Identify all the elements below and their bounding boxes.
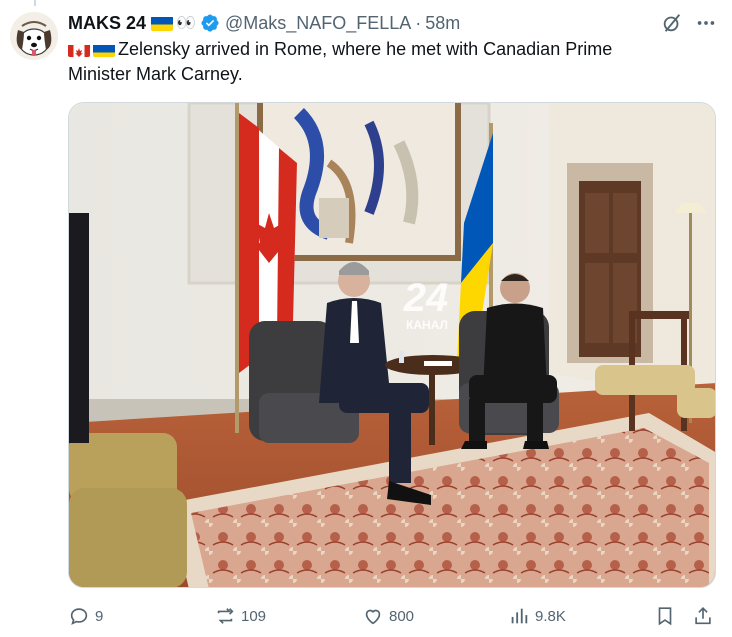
tweet-text: Zelensky arrived in Rome, where he met w… [68,37,678,87]
more-icon [697,21,715,25]
share-button[interactable] [692,604,714,628]
tweet-header: MAKS 24 👀 @Maks_NAFO_FELLA · 58m [68,12,460,34]
watermark-label: КАНАЛ [406,318,448,332]
like-count: 800 [389,607,415,625]
tweet-body: Zelensky arrived in Rome, where he met w… [68,39,613,84]
canada-flag-icon [68,42,90,57]
avatar[interactable] [10,12,58,60]
thread-line-area [0,0,732,6]
like-icon [365,609,381,625]
bookmark-icon [658,607,672,626]
more-button[interactable] [694,11,718,35]
timestamp[interactable]: 58m [425,13,460,34]
like-button[interactable]: 800 [362,604,414,628]
repost-count: 109 [241,607,267,625]
display-name[interactable]: MAKS 24 [68,13,146,34]
ukraine-flag-icon [151,16,174,31]
views-button[interactable]: 9.8K [508,604,566,628]
views-count: 9.8K [535,607,566,625]
tweet-photo[interactable]: 24 КАНАЛ [68,102,716,588]
reply-icon [70,608,88,625]
separator-dot: · [415,12,422,33]
ukraine-flag-icon [93,42,115,57]
handle[interactable]: @Maks_NAFO_FELLA [225,13,411,34]
reply-count: 9 [95,607,104,625]
views-icon [511,608,528,624]
repost-button[interactable]: 109 [214,604,266,628]
grok-icon [663,14,681,32]
grok-button[interactable] [660,11,684,35]
repost-icon [217,608,234,624]
share-icon [695,607,711,625]
watermark-number: 24 [403,276,449,320]
eyes-emoji: 👀 [176,15,196,32]
bookmark-button[interactable] [654,604,676,628]
reply-button[interactable]: 9 [68,604,103,628]
action-bar: 9 109 800 9.8K [68,600,718,632]
thread-connector [34,0,36,6]
verified-badge-icon[interactable] [200,13,220,33]
